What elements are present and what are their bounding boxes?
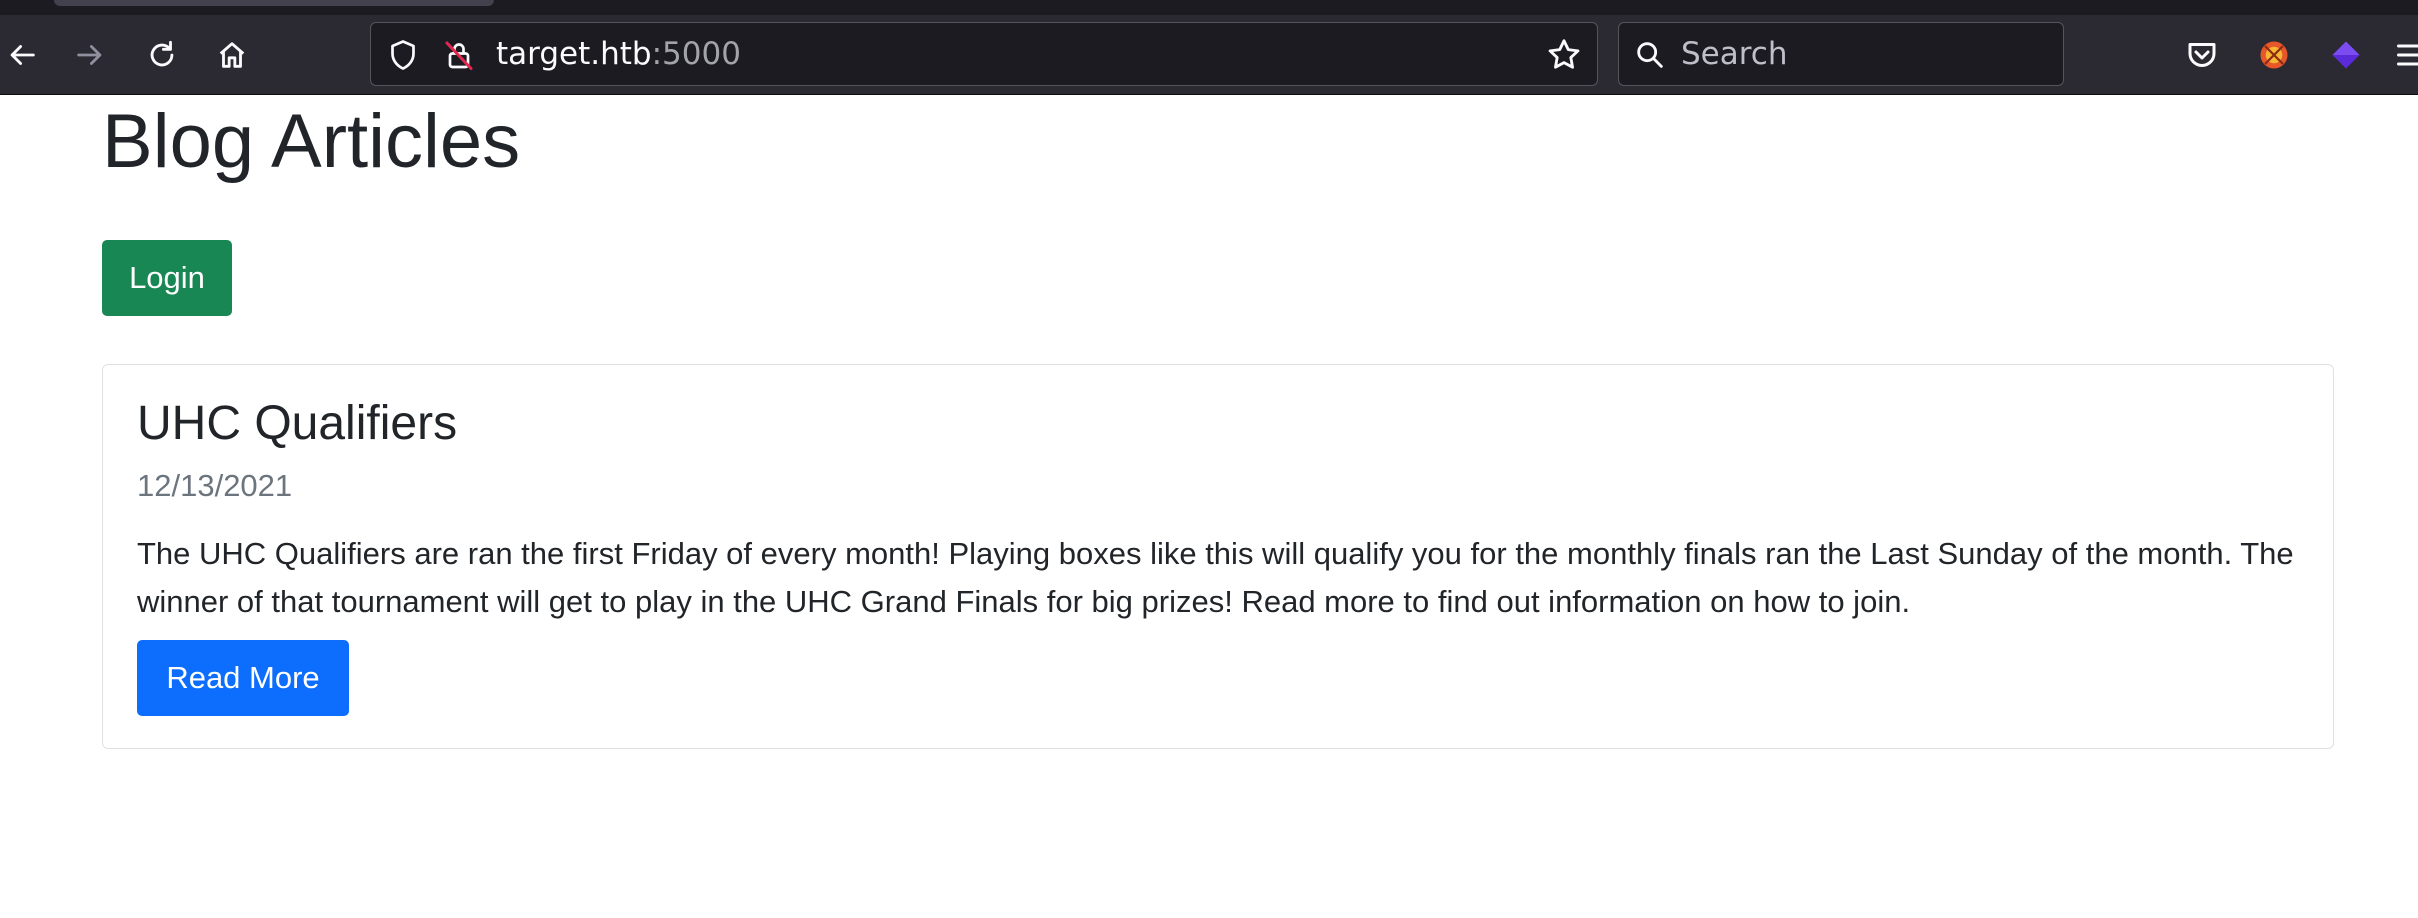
login-button[interactable]: Login bbox=[102, 240, 232, 316]
page-title: Blog Articles bbox=[102, 99, 521, 184]
url-port: :5000 bbox=[651, 36, 741, 72]
reload-icon bbox=[150, 40, 174, 67]
article-date: 12/13/2021 bbox=[137, 468, 293, 503]
forward-icon bbox=[77, 45, 102, 65]
extension-button-wappalyzer[interactable] bbox=[2326, 35, 2366, 75]
home-button[interactable] bbox=[210, 33, 254, 77]
pocket-button[interactable] bbox=[2182, 35, 2222, 75]
menu-button[interactable] bbox=[2392, 35, 2418, 75]
extension-button-foxyproxy[interactable] bbox=[2254, 35, 2294, 75]
back-button[interactable] bbox=[0, 33, 44, 77]
url-text[interactable]: target.htb:5000 bbox=[496, 23, 741, 85]
star-icon[interactable] bbox=[1545, 36, 1583, 74]
article-card: UHC Qualifiers 12/13/2021 The UHC Qualif… bbox=[102, 364, 2334, 749]
browser-toolbar: target.htb:5000 Search bbox=[0, 15, 2418, 95]
pocket-icon bbox=[2188, 43, 2216, 67]
reload-button[interactable] bbox=[140, 33, 184, 77]
extension-icon bbox=[2332, 41, 2360, 69]
url-bar[interactable]: target.htb:5000 bbox=[370, 22, 1598, 86]
read-more-button[interactable]: Read More bbox=[137, 640, 349, 716]
forward-button[interactable] bbox=[68, 33, 112, 77]
search-icon bbox=[1637, 42, 1663, 68]
url-host: target.htb bbox=[496, 36, 652, 72]
search-bar[interactable]: Search bbox=[1618, 22, 2064, 86]
lock-icon[interactable] bbox=[441, 37, 477, 73]
menu-icon bbox=[2397, 44, 2418, 66]
back-icon bbox=[10, 45, 35, 65]
home-icon bbox=[219, 42, 245, 68]
extension-icon bbox=[2260, 41, 2288, 69]
article-title: UHC Qualifiers bbox=[137, 397, 458, 450]
shield-icon[interactable] bbox=[385, 37, 421, 73]
article-body: The UHC Qualifiers are ran the first Fri… bbox=[137, 536, 2294, 619]
browser-tab-strip bbox=[0, 0, 2418, 15]
active-tab[interactable] bbox=[54, 0, 494, 6]
search-placeholder: Search bbox=[1681, 36, 1788, 72]
